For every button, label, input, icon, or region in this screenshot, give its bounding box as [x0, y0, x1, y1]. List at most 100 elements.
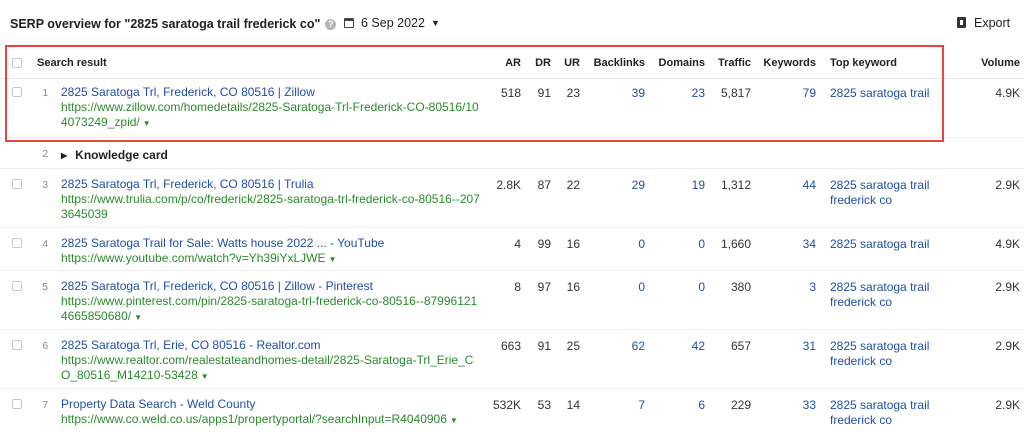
- dr-value: 97: [537, 280, 551, 294]
- chevron-down-icon[interactable]: ▼: [328, 255, 336, 264]
- col-top-keyword[interactable]: Top keyword: [830, 57, 897, 69]
- backlinks-link[interactable]: 62: [585, 339, 645, 353]
- volume-value: 2.9K: [995, 339, 1020, 353]
- ar-value: 4: [514, 237, 521, 251]
- top-keyword-link[interactable]: 2825 saratoga trail frederick co: [830, 339, 950, 369]
- knowledge-card-row[interactable]: 2 ▶ Knowledge card: [0, 138, 1024, 169]
- ar-value: 518: [500, 86, 521, 100]
- col-ar[interactable]: AR: [494, 57, 521, 69]
- top-keyword-link[interactable]: 2825 saratoga trail: [830, 86, 950, 101]
- result-title[interactable]: Property Data Search - Weld County: [61, 397, 256, 411]
- result-title[interactable]: 2825 Saratoga Trl, Frederick, CO 80516 |…: [61, 85, 315, 99]
- keywords-link[interactable]: 3: [756, 280, 816, 294]
- export-label: Export: [974, 16, 1011, 30]
- result-url[interactable]: https://www.zillow.com/homedetails/2825-…: [61, 100, 481, 131]
- table-row: 4 2825 Saratoga Trail for Sale: Watts ho…: [0, 228, 1024, 271]
- result-title[interactable]: 2825 Saratoga Trl, Frederick, CO 80516 |…: [61, 279, 373, 293]
- result-url[interactable]: https://www.pinterest.com/pin/2825-sarat…: [61, 294, 481, 325]
- chevron-down-icon: ▼: [430, 18, 440, 28]
- ar-value: 2.8K: [496, 178, 521, 192]
- domains-link[interactable]: 0: [650, 237, 705, 251]
- result-url[interactable]: https://www.trulia.com/p/co/frederick/28…: [61, 192, 481, 222]
- col-domains[interactable]: Domains: [650, 57, 705, 69]
- row-checkbox[interactable]: [12, 340, 22, 350]
- dr-value: 91: [537, 86, 551, 100]
- domains-link[interactable]: 0: [650, 280, 705, 294]
- backlinks-link[interactable]: 0: [585, 280, 645, 294]
- col-dr[interactable]: DR: [525, 57, 551, 69]
- table-header: Search result AR DR UR Backlinks Domains…: [0, 48, 1024, 79]
- knowledge-card[interactable]: ▶ Knowledge card: [61, 148, 168, 162]
- backlinks-link[interactable]: 7: [585, 398, 645, 412]
- keywords-link[interactable]: 31: [756, 339, 816, 353]
- table-row: 6 2825 Saratoga Trl, Erie, CO 80516 - Re…: [0, 330, 1024, 389]
- row-checkbox[interactable]: [12, 281, 22, 291]
- domains-link[interactable]: 42: [650, 339, 705, 353]
- col-volume[interactable]: Volume: [965, 57, 1020, 69]
- export-icon: [957, 17, 966, 28]
- row-index: 2: [42, 149, 48, 160]
- col-ur[interactable]: UR: [555, 57, 580, 69]
- keywords-link[interactable]: 79: [756, 86, 816, 100]
- col-traffic[interactable]: Traffic: [710, 57, 751, 69]
- row-index: 1: [42, 88, 48, 99]
- title-text: SERP overview for "2825 saratoga trail f…: [10, 17, 321, 31]
- date-selector[interactable]: 6 Sep 2022 ▼: [344, 16, 440, 30]
- ar-value: 663: [500, 339, 521, 353]
- chevron-down-icon[interactable]: ▼: [134, 313, 142, 322]
- page-title: SERP overview for "2825 saratoga trail f…: [10, 17, 337, 31]
- row-checkbox[interactable]: [12, 399, 22, 409]
- calendar-icon: [344, 18, 354, 28]
- volume-value: 2.9K: [995, 398, 1020, 412]
- keywords-link[interactable]: 33: [756, 398, 816, 412]
- chevron-down-icon[interactable]: ▼: [450, 416, 458, 425]
- backlinks-link[interactable]: 39: [585, 86, 645, 100]
- top-keyword-link[interactable]: 2825 saratoga trail frederick co: [830, 178, 950, 208]
- domains-link[interactable]: 6: [650, 398, 705, 412]
- keywords-link[interactable]: 44: [756, 178, 816, 192]
- result-title[interactable]: 2825 Saratoga Trl, Erie, CO 80516 - Real…: [61, 338, 320, 352]
- export-button[interactable]: Export: [957, 16, 1010, 30]
- select-all-checkbox[interactable]: [12, 58, 22, 68]
- dr-value: 91: [537, 339, 551, 353]
- backlinks-link[interactable]: 0: [585, 237, 645, 251]
- row-checkbox[interactable]: [12, 238, 22, 248]
- top-keyword-link[interactable]: 2825 saratoga trail: [830, 237, 950, 252]
- help-icon[interactable]: ?: [325, 19, 337, 30]
- result-url[interactable]: https://www.youtube.com/watch?v=Yh39iYxL…: [61, 251, 481, 267]
- dr-value: 53: [537, 398, 551, 412]
- top-keyword-link[interactable]: 2825 saratoga trail frederick co: [830, 398, 950, 428]
- chevron-down-icon[interactable]: ▼: [143, 119, 151, 128]
- dr-value: 99: [537, 237, 551, 251]
- traffic-value: 657: [730, 339, 751, 353]
- traffic-value: 5,817: [720, 86, 751, 100]
- result-title[interactable]: 2825 Saratoga Trl, Frederick, CO 80516 |…: [61, 177, 314, 191]
- table-row: 1 2825 Saratoga Trl, Frederick, CO 80516…: [0, 79, 1024, 138]
- backlinks-link[interactable]: 29: [585, 178, 645, 192]
- domains-link[interactable]: 23: [650, 86, 705, 100]
- top-keyword-link[interactable]: 2825 saratoga trail frederick co: [830, 280, 950, 310]
- ar-value: 8: [514, 280, 521, 294]
- domains-link[interactable]: 19: [650, 178, 705, 192]
- row-checkbox[interactable]: [12, 87, 22, 97]
- row-index: 5: [42, 282, 48, 293]
- table-row: 7 Property Data Search - Weld County htt…: [0, 389, 1024, 441]
- row-checkbox[interactable]: [12, 179, 22, 189]
- result-url[interactable]: https://www.co.weld.co.us/apps1/property…: [61, 412, 481, 428]
- volume-value: 2.9K: [995, 280, 1020, 294]
- result-url[interactable]: https://www.realtor.com/realestateandhom…: [61, 353, 481, 384]
- col-backlinks[interactable]: Backlinks: [585, 57, 645, 69]
- ur-value: 16: [566, 237, 580, 251]
- traffic-value: 1,312: [720, 178, 751, 192]
- chevron-down-icon[interactable]: ▼: [201, 372, 209, 381]
- col-keywords[interactable]: Keywords: [756, 57, 816, 69]
- row-index: 7: [42, 400, 48, 411]
- dr-value: 87: [537, 178, 551, 192]
- keywords-link[interactable]: 34: [756, 237, 816, 251]
- table-row: 3 2825 Saratoga Trl, Frederick, CO 80516…: [0, 169, 1024, 228]
- ur-value: 22: [566, 178, 580, 192]
- col-search-result[interactable]: Search result: [37, 57, 107, 69]
- result-title[interactable]: 2825 Saratoga Trail for Sale: Watts hous…: [61, 236, 384, 250]
- traffic-value: 380: [730, 280, 751, 294]
- ur-value: 16: [566, 280, 580, 294]
